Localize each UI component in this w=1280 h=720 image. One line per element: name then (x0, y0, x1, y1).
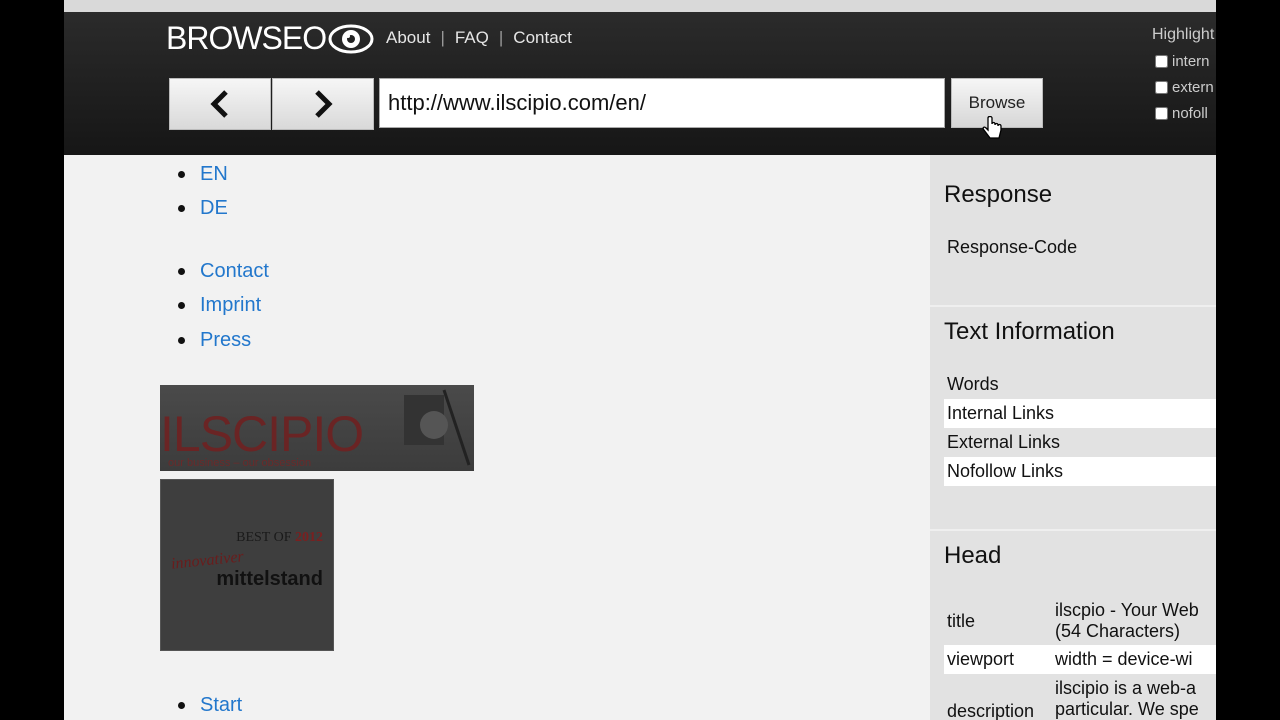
award-year: 2012 (295, 530, 323, 545)
highlight-option-internal[interactable]: intern (1152, 53, 1214, 70)
head-description-value-line2: particular. We spe (1055, 699, 1199, 719)
nofollow-links-row: Nofollow Links (944, 457, 1216, 486)
highlight-external-label: extern (1172, 79, 1214, 96)
best-of-award-badge[interactable]: BEST OF 2012 innovativer mittelstand (160, 479, 334, 651)
top-nav: About | FAQ | Contact (386, 28, 572, 48)
highlight-nofollow-checkbox[interactable] (1155, 107, 1168, 120)
chevron-left-icon (210, 90, 228, 118)
section-divider (930, 529, 1216, 531)
award-best-label: BEST OF (236, 530, 292, 545)
ilscipio-banner[interactable]: ILSCIPIO our business – our obsession (160, 385, 474, 471)
response-heading: Response (944, 181, 1053, 208)
rendered-page: EN DE Contact Imprint Press ILSCIPIO our… (64, 155, 930, 720)
lang-link-de[interactable]: DE (176, 192, 228, 227)
highlight-option-external[interactable]: extern (1152, 79, 1214, 96)
banner-logo-text: ILSCIPIO (160, 406, 364, 462)
nav-faq[interactable]: FAQ (455, 28, 489, 48)
text-information-heading: Text Information (944, 318, 1115, 345)
browseo-header: BROWSEO About | FAQ | Contact Browse (64, 12, 1216, 155)
eye-icon (328, 24, 374, 53)
head-description-key: description (947, 701, 1035, 720)
highlight-panel: Highlight intern extern nofoll (1152, 26, 1214, 122)
head-viewport-row: viewport width = device-wi (944, 645, 1216, 674)
hand-cursor-icon (982, 116, 1002, 139)
award-best-of: BEST OF 2012 (236, 530, 323, 546)
banner-tagline: our business – our obsession (168, 457, 312, 469)
head-title-row: title ilscpio - Your Web (54 Characters) (944, 598, 1216, 644)
forward-button[interactable] (272, 78, 374, 130)
highlight-nofollow-label: nofoll (1172, 105, 1208, 122)
head-viewport-value: width = device-wi (1055, 649, 1193, 669)
bottom-link-list: Start (176, 688, 242, 720)
top-strip (64, 0, 1216, 12)
head-description-value: ilscipio is a web-a particular. We spe (1055, 678, 1199, 720)
response-code-row: Response-Code (947, 236, 1078, 257)
browseo-logo[interactable]: BROWSEO (166, 20, 374, 57)
nav-separator: | (440, 28, 445, 47)
head-description-value-line1: ilscipio is a web-a (1055, 678, 1197, 698)
link-imprint[interactable]: Imprint (176, 289, 269, 324)
language-list: EN DE (176, 157, 228, 226)
highlight-internal-label: intern (1172, 53, 1210, 70)
back-button[interactable] (169, 78, 271, 130)
mascot-icon (404, 389, 471, 466)
head-heading: Head (944, 542, 1002, 569)
section-divider (930, 305, 1216, 307)
link-press[interactable]: Press (176, 323, 269, 358)
lang-link-en[interactable]: EN (176, 157, 228, 192)
award-name: mittelstand (216, 568, 323, 590)
nav-separator: | (498, 28, 504, 47)
nav-contact[interactable]: Contact (513, 28, 572, 48)
browser-viewport: BROWSEO About | FAQ | Contact Browse (64, 0, 1216, 720)
link-contact[interactable]: Contact (176, 254, 269, 289)
highlight-internal-checkbox[interactable] (1155, 55, 1168, 68)
head-title-value-line2: (54 Characters) (1055, 621, 1181, 641)
head-title-key: title (947, 610, 976, 631)
nav-about[interactable]: About (386, 28, 430, 48)
chevron-right-icon (315, 90, 333, 118)
head-viewport-key: viewport (947, 649, 1015, 669)
logo-text: BROWSEO (166, 20, 327, 56)
footer-link-list: Contact Imprint Press (176, 254, 269, 358)
head-description-row: description ilscipio is a web-a particula… (944, 678, 1216, 720)
head-title-value-line1: ilscpio - Your Web (1055, 600, 1199, 620)
words-row: Words (947, 374, 999, 394)
external-links-row: External Links (947, 432, 1061, 452)
internal-links-row: Internal Links (944, 399, 1216, 428)
url-input[interactable] (379, 78, 945, 128)
highlight-external-checkbox[interactable] (1155, 81, 1168, 94)
seo-info-panel: Response Response-Code Text Information … (930, 155, 1216, 720)
highlight-title: Highlight (1152, 26, 1215, 43)
highlight-option-nofollow[interactable]: nofoll (1152, 105, 1214, 122)
head-title-value: ilscpio - Your Web (54 Characters) (1055, 600, 1199, 642)
link-start[interactable]: Start (176, 688, 242, 720)
